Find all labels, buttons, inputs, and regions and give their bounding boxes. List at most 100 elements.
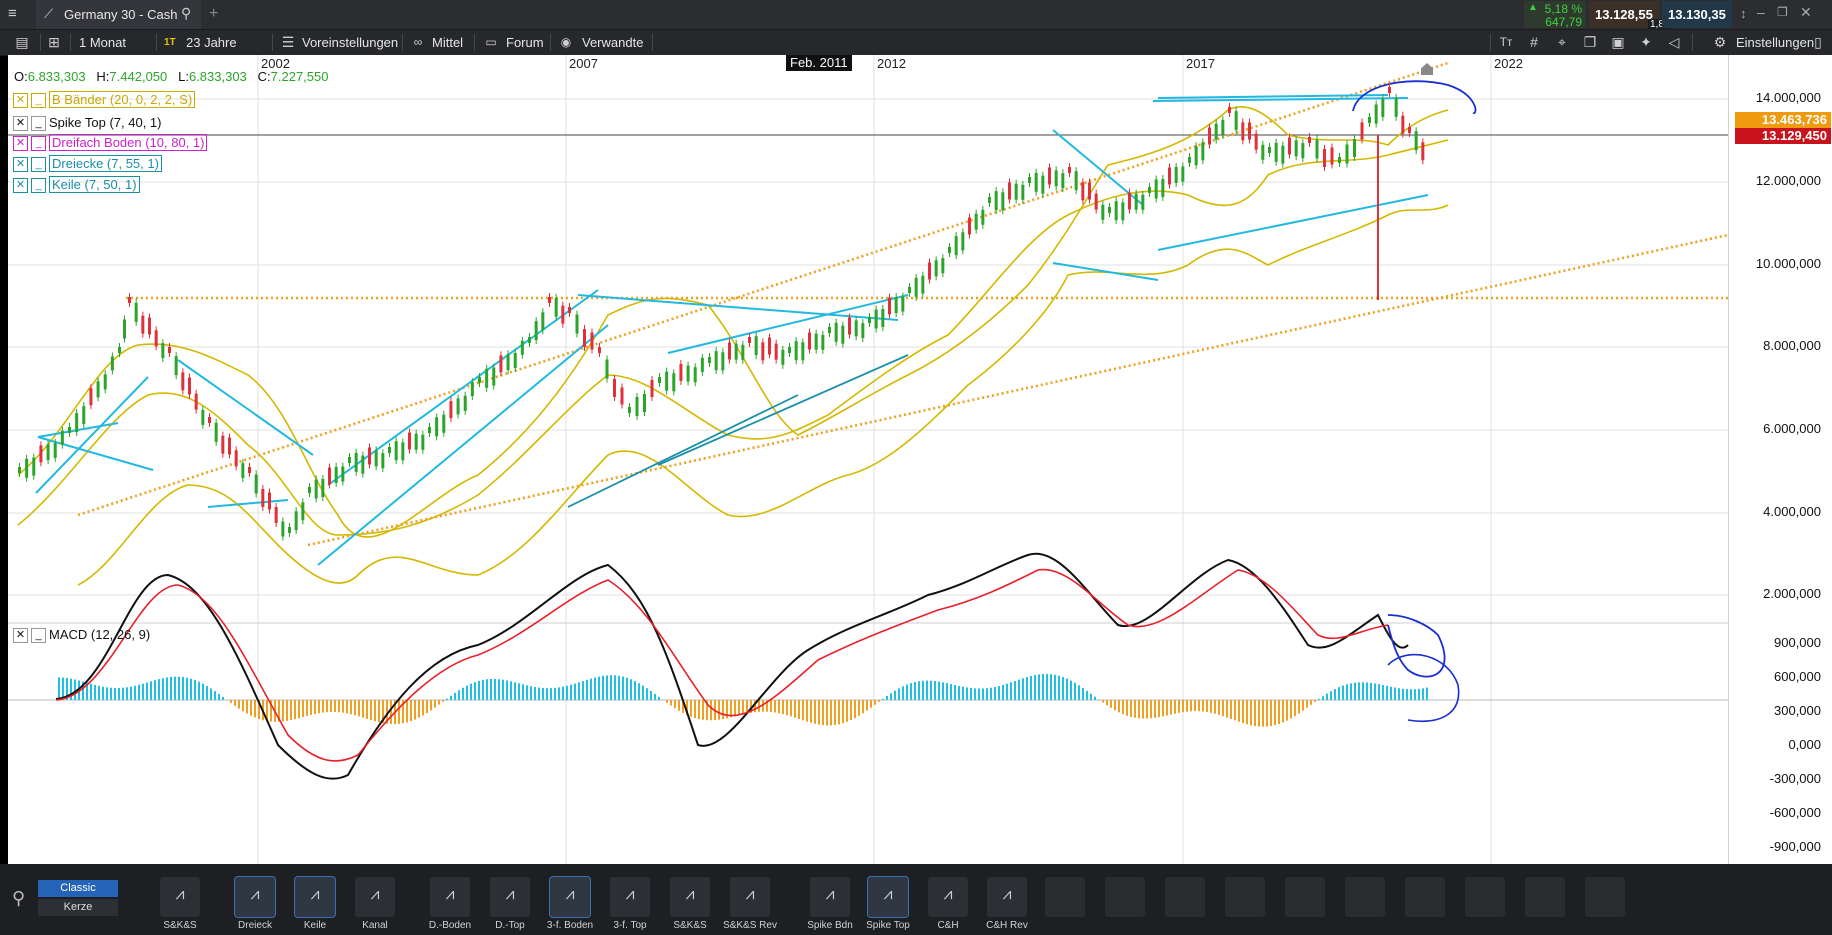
- gear-icon[interactable]: ⚙: [1712, 30, 1728, 55]
- macd-histogram-bar: [590, 678, 592, 700]
- pattern-tool-button[interactable]: ⩘: [355, 877, 395, 917]
- pattern-tool-button[interactable]: ⩘: [810, 877, 850, 917]
- pattern-icon: ⩘: [685, 886, 695, 903]
- macd-histogram-bar: [1130, 700, 1132, 717]
- style-classic-button[interactable]: Classic: [38, 880, 118, 897]
- close-icon[interactable]: ✕: [1800, 4, 1812, 21]
- wedges-toggle-icon[interactable]: ✕: [13, 178, 28, 194]
- triple-bottom-style-icon[interactable]: _: [31, 136, 46, 152]
- macd-histogram-bar: [342, 700, 344, 713]
- expand-icon[interactable]: ↕: [1740, 6, 1747, 21]
- spike-top-toggle-icon[interactable]: ✕: [13, 116, 28, 132]
- pattern-tool-button[interactable]: ⩘: [549, 876, 591, 918]
- macd-histogram-bar: [1150, 700, 1152, 719]
- instrument-tab[interactable]: ⟋ Germany 30 - Cash ⚲: [36, 0, 201, 29]
- empty-tool-slot: [1285, 877, 1325, 917]
- indicator-macd[interactable]: ✕ _ MACD (12, 26, 9): [13, 627, 150, 644]
- macd-histogram-bar: [158, 679, 160, 700]
- macd-style-icon[interactable]: _: [31, 628, 46, 644]
- pin-icon[interactable]: ✦: [1638, 30, 1654, 55]
- pattern-tool-button[interactable]: ⩘: [234, 876, 276, 918]
- macd-histogram-bar: [786, 700, 788, 716]
- triangles-toggle-icon[interactable]: ✕: [13, 157, 28, 173]
- macd-histogram-bar: [1406, 689, 1408, 700]
- macd-histogram-bar: [94, 684, 96, 700]
- bollinger-toggle-icon[interactable]: ✕: [13, 93, 28, 109]
- indicator-spike-top[interactable]: ✕ _ Spike Top (7, 40, 1): [13, 115, 162, 132]
- restore-icon[interactable]: ❐: [1777, 5, 1788, 19]
- indicator-triple-bottom[interactable]: ✕ _ Dreifach Boden (10, 80, 1): [13, 134, 208, 152]
- pattern-tool-button[interactable]: ⩘: [670, 877, 710, 917]
- macd-histogram-bar: [774, 700, 776, 713]
- pattern-tool-button[interactable]: ⩘: [294, 876, 336, 918]
- grid-icon[interactable]: #: [1526, 30, 1542, 55]
- x-tick-2012: 2012: [877, 56, 906, 71]
- indicator-bollinger[interactable]: ✕ _ B Bänder (20, 0, 2, 2, S): [13, 91, 196, 109]
- macd-histogram-bar: [470, 683, 472, 700]
- pattern-tool-label: S&K&S Rev: [723, 920, 777, 931]
- indicator-triangles[interactable]: ✕ _ Dreiecke (7, 55, 1): [13, 155, 162, 173]
- wedges-style-icon[interactable]: _: [31, 178, 46, 194]
- indicator-wedges[interactable]: ✕ _ Keile (7, 50, 1): [13, 176, 140, 194]
- scroll-icon[interactable]: ▯: [1812, 30, 1824, 55]
- eraser-icon[interactable]: ◁: [1666, 30, 1682, 55]
- bollinger-style-icon[interactable]: _: [31, 93, 46, 109]
- pattern-tool-button[interactable]: ⩘: [928, 877, 968, 917]
- macd-histogram-bar: [1310, 700, 1312, 705]
- range-selector[interactable]: 23 Jahre: [186, 30, 237, 55]
- macd-histogram-bar: [1246, 700, 1248, 725]
- average-button[interactable]: Mittel: [432, 30, 463, 55]
- pattern-tool-button[interactable]: ⩘: [160, 877, 200, 917]
- macd-histogram-bar: [1342, 685, 1344, 700]
- pattern-tool-button[interactable]: ⩘: [730, 877, 770, 917]
- hamburger-icon[interactable]: ≡: [8, 6, 24, 22]
- macd-histogram-bar: [1074, 682, 1076, 700]
- interval-selector[interactable]: 1 Monat: [79, 30, 126, 55]
- macd-histogram-bar: [90, 683, 92, 700]
- search-icon[interactable]: ⚲: [181, 5, 191, 22]
- macd-histogram-bar: [1018, 679, 1020, 700]
- pattern-tool-button[interactable]: ⩘: [987, 877, 1027, 917]
- font-size-icon[interactable]: Tт: [1498, 30, 1514, 55]
- plus-icon[interactable]: +: [209, 5, 218, 23]
- lock-icon[interactable]: ▣: [1610, 30, 1626, 55]
- triple-bottom-toggle-icon[interactable]: ✕: [13, 136, 28, 152]
- macd-histogram-bar: [1270, 700, 1272, 727]
- macd-histogram-bar: [1090, 693, 1092, 700]
- spike-top-style-icon[interactable]: _: [31, 116, 46, 132]
- minimize-icon[interactable]: –: [1757, 4, 1765, 20]
- price-chart[interactable]: [8, 55, 1728, 864]
- macd-histogram-bar: [950, 684, 952, 700]
- pattern-tool-button[interactable]: ⩘: [430, 877, 470, 917]
- pattern-tool-button[interactable]: ⩘: [610, 877, 650, 917]
- windows-icon[interactable]: ❐: [1582, 30, 1598, 55]
- pattern-tool-button[interactable]: ⩘: [867, 876, 909, 918]
- related-button[interactable]: Verwandte: [582, 30, 643, 55]
- pattern-tool-button[interactable]: ⩘: [490, 877, 530, 917]
- chart-panel[interactable]: 2002 2007 2012 2017 2022 Feb. 2011 O:6.8…: [8, 55, 1728, 864]
- macd-histogram-bar: [354, 700, 356, 716]
- line-chart-icon: ⟋: [44, 6, 54, 21]
- presets-button[interactable]: Voreinstellungen: [302, 30, 398, 55]
- macd-toggle-icon[interactable]: ✕: [13, 628, 28, 644]
- crosshair-icon[interactable]: ⌖: [1554, 30, 1570, 55]
- layout-icon[interactable]: ⊞: [46, 30, 62, 55]
- macd-histogram-bar: [858, 700, 860, 716]
- price-axis[interactable]: 14.000,000 12.000,000 10.000,000 8.000,0…: [1728, 55, 1832, 864]
- macd-histogram-bar: [1174, 700, 1176, 714]
- triangles-style-icon[interactable]: _: [31, 157, 46, 173]
- macd-histogram-bar: [1006, 683, 1008, 700]
- forum-button[interactable]: Forum: [506, 30, 544, 55]
- macd-histogram-bar: [1286, 700, 1288, 721]
- macd-histogram-bar: [862, 700, 864, 714]
- ask-button[interactable]: 13.130,35: [1662, 1, 1732, 28]
- macd-histogram-bar: [414, 700, 416, 720]
- instrument-name: Germany 30 - Cash: [64, 7, 178, 22]
- macd-histogram-bar: [958, 685, 960, 700]
- style-candle-button[interactable]: Kerze: [38, 899, 118, 916]
- search-icon[interactable]: ⚲: [12, 888, 25, 909]
- macd-histogram-bar: [1290, 700, 1292, 719]
- settings-button[interactable]: Einstellungen: [1736, 30, 1814, 55]
- list-icon[interactable]: ▤: [14, 30, 30, 55]
- macd-histogram-bar: [802, 700, 804, 721]
